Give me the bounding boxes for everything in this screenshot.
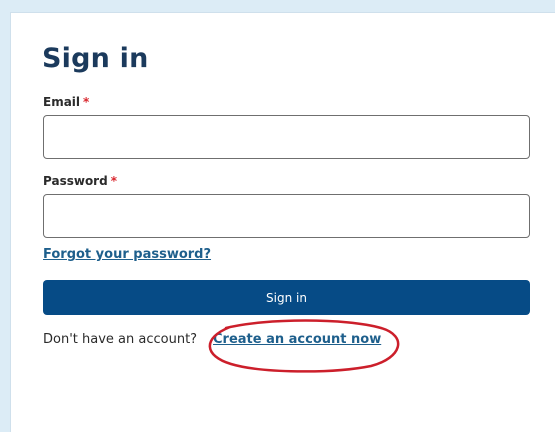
email-field[interactable] xyxy=(43,115,530,159)
no-account-text: Don't have an account? xyxy=(43,332,198,347)
password-field[interactable] xyxy=(43,194,530,238)
password-label-text: Password xyxy=(43,174,108,188)
page-title: Sign in xyxy=(42,43,149,74)
password-label: Password * xyxy=(43,173,117,189)
email-label: Email * xyxy=(43,94,89,110)
sign-in-button[interactable]: Sign in xyxy=(43,280,530,315)
required-marker: * xyxy=(83,95,90,109)
create-account-link[interactable]: Create an account now xyxy=(213,332,381,348)
sign-in-card: Sign in Email * Password * Forgot your pas… xyxy=(10,12,555,432)
forgot-password-link[interactable]: Forgot your password? xyxy=(43,247,211,263)
email-label-text: Email xyxy=(43,95,81,109)
required-marker: * xyxy=(110,174,117,188)
